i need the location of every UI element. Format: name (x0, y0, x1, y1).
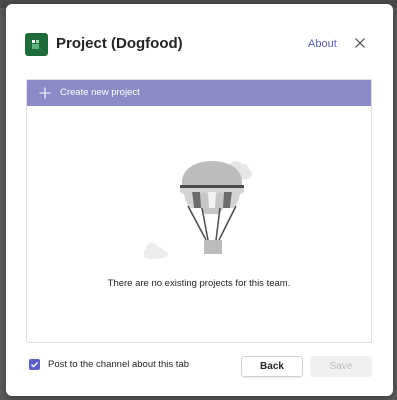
create-new-project-label: Create new project (60, 87, 140, 98)
project-app-icon (25, 33, 48, 56)
post-to-channel-checkbox[interactable] (29, 359, 40, 370)
plus-icon (39, 87, 51, 99)
empty-state-message: There are no existing projects for this … (107, 278, 291, 289)
back-button[interactable]: Back (241, 356, 303, 377)
dialog-header: Project (Dogfood) About (25, 32, 375, 60)
hot-air-balloon-illustration (144, 161, 252, 259)
close-icon (355, 38, 365, 48)
post-to-channel-label: Post to the channel about this tab (48, 359, 190, 370)
project-dialog: Project (Dogfood) About Create new proje… (6, 4, 393, 396)
save-button: Save (310, 356, 372, 377)
checkmark-icon (31, 361, 39, 368)
close-button[interactable] (352, 35, 368, 51)
about-link[interactable]: About (308, 38, 337, 50)
create-new-project-button[interactable]: Create new project (27, 80, 371, 106)
projects-panel: Create new project There are no existing… (26, 79, 372, 343)
dialog-title: Project (Dogfood) (56, 35, 183, 52)
